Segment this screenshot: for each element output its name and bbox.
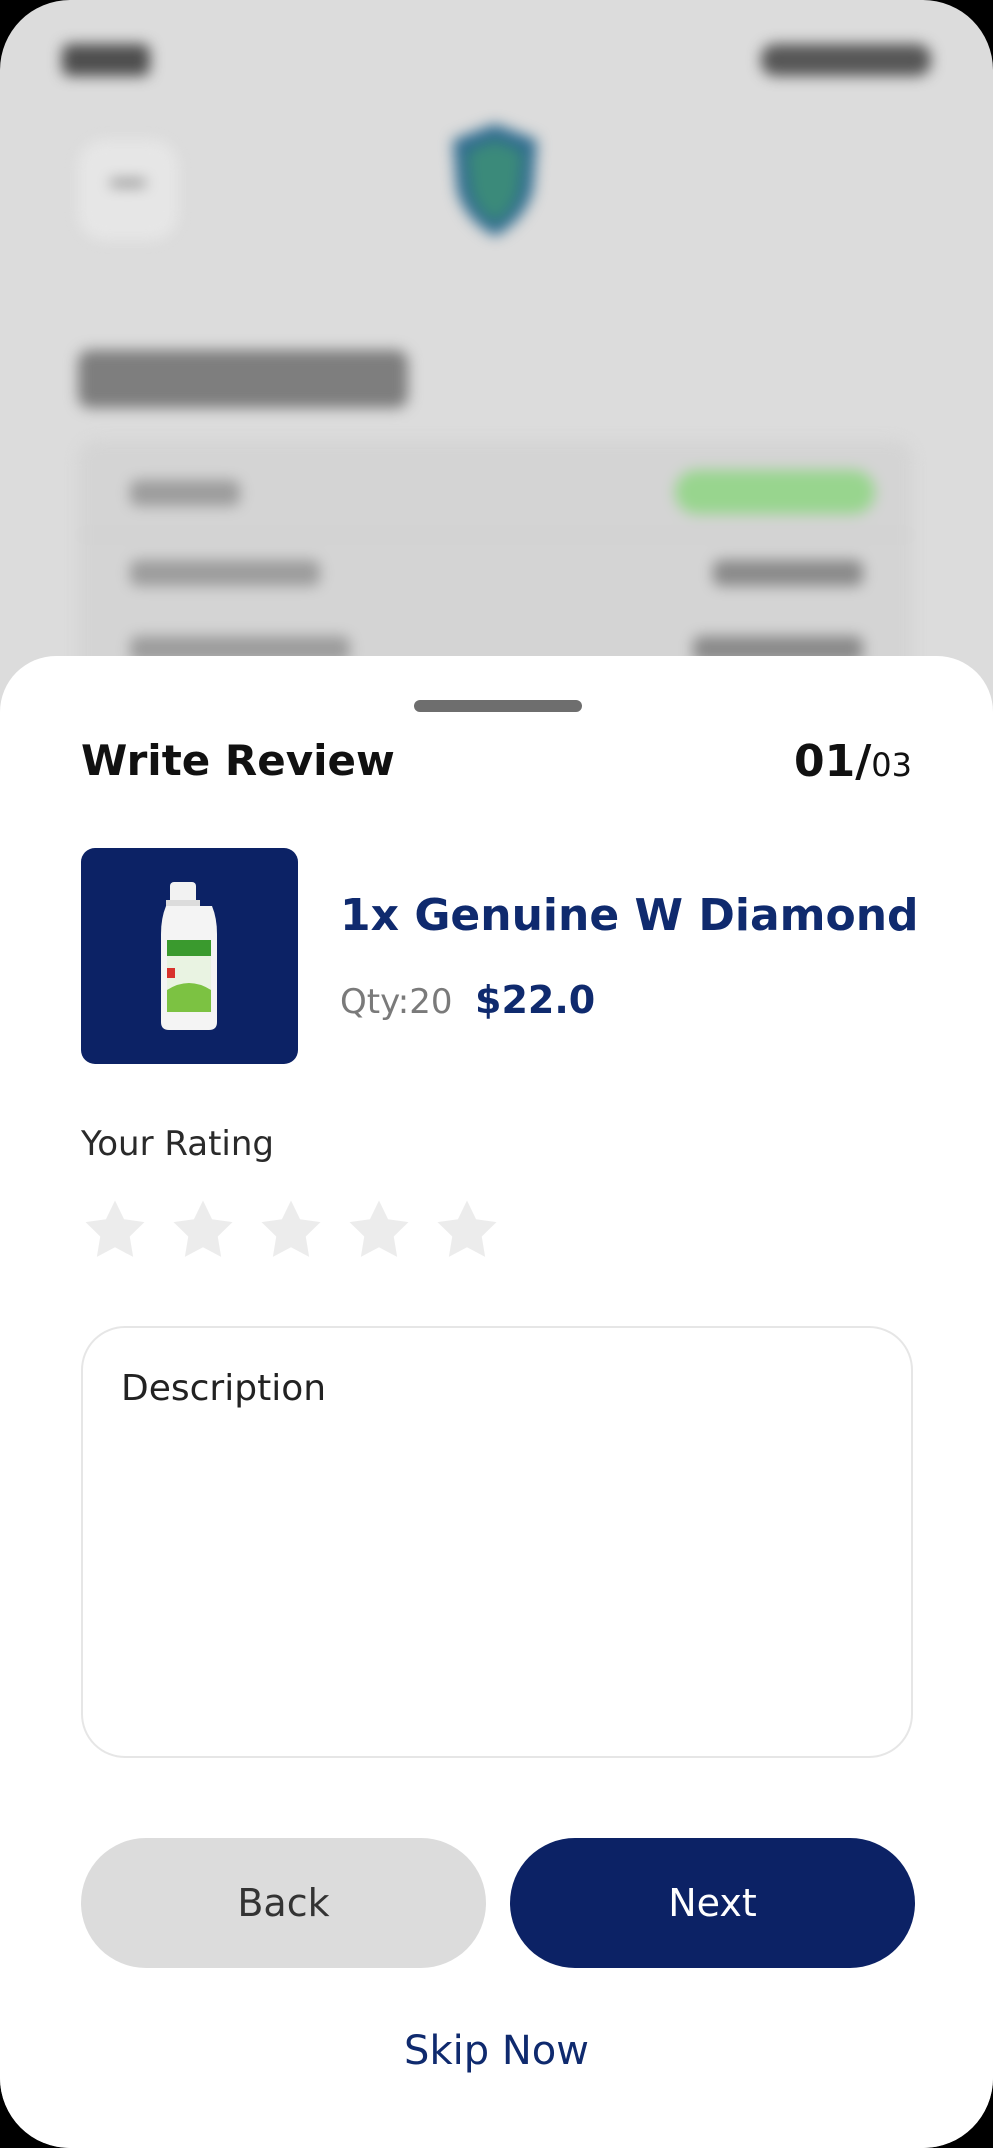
background-back-button xyxy=(78,140,178,240)
phone-screen: Write Review 01/03 1x Genuine W Diamond … xyxy=(0,0,993,2148)
review-step-counter: 01/03 xyxy=(794,736,912,787)
description-input[interactable] xyxy=(81,1326,913,1758)
product-quantity: Qty:20 xyxy=(340,982,453,1022)
background-page-title xyxy=(78,350,408,408)
shield-logo-icon xyxy=(453,124,537,236)
counter-total: 03 xyxy=(871,746,912,784)
rating-label: Your Rating xyxy=(81,1124,275,1164)
next-button[interactable]: Next xyxy=(510,1838,915,1968)
status-bar-icons xyxy=(761,44,931,76)
write-review-sheet: Write Review 01/03 1x Genuine W Diamond … xyxy=(0,656,993,2148)
product-name: 1x Genuine W Diamond xyxy=(340,890,919,941)
mouthwash-bottle-image xyxy=(161,882,217,1030)
counter-current: 01/ xyxy=(793,736,872,787)
product-thumbnail xyxy=(81,848,298,1064)
blurred-background-page xyxy=(0,0,993,780)
rating-star-2-icon[interactable] xyxy=(169,1196,237,1264)
product-price: $22.0 xyxy=(475,978,596,1022)
rating-star-4-icon[interactable] xyxy=(345,1196,413,1264)
sheet-title: Write Review xyxy=(81,736,395,785)
background-row-label xyxy=(130,560,320,586)
rating-star-1-icon[interactable] xyxy=(81,1196,149,1264)
star-rating xyxy=(81,1196,501,1264)
skip-now-link[interactable]: Skip Now xyxy=(0,2028,993,2074)
background-row-value xyxy=(713,560,863,586)
background-status-pill xyxy=(675,470,875,514)
back-button[interactable]: Back xyxy=(81,1838,486,1968)
sheet-drag-handle[interactable] xyxy=(414,700,582,712)
status-bar-time xyxy=(62,44,150,76)
background-row-label xyxy=(130,480,240,506)
background-divider xyxy=(78,534,913,536)
background-back-arrow-icon xyxy=(110,180,146,186)
rating-star-5-icon[interactable] xyxy=(433,1196,501,1264)
rating-star-3-icon[interactable] xyxy=(257,1196,325,1264)
